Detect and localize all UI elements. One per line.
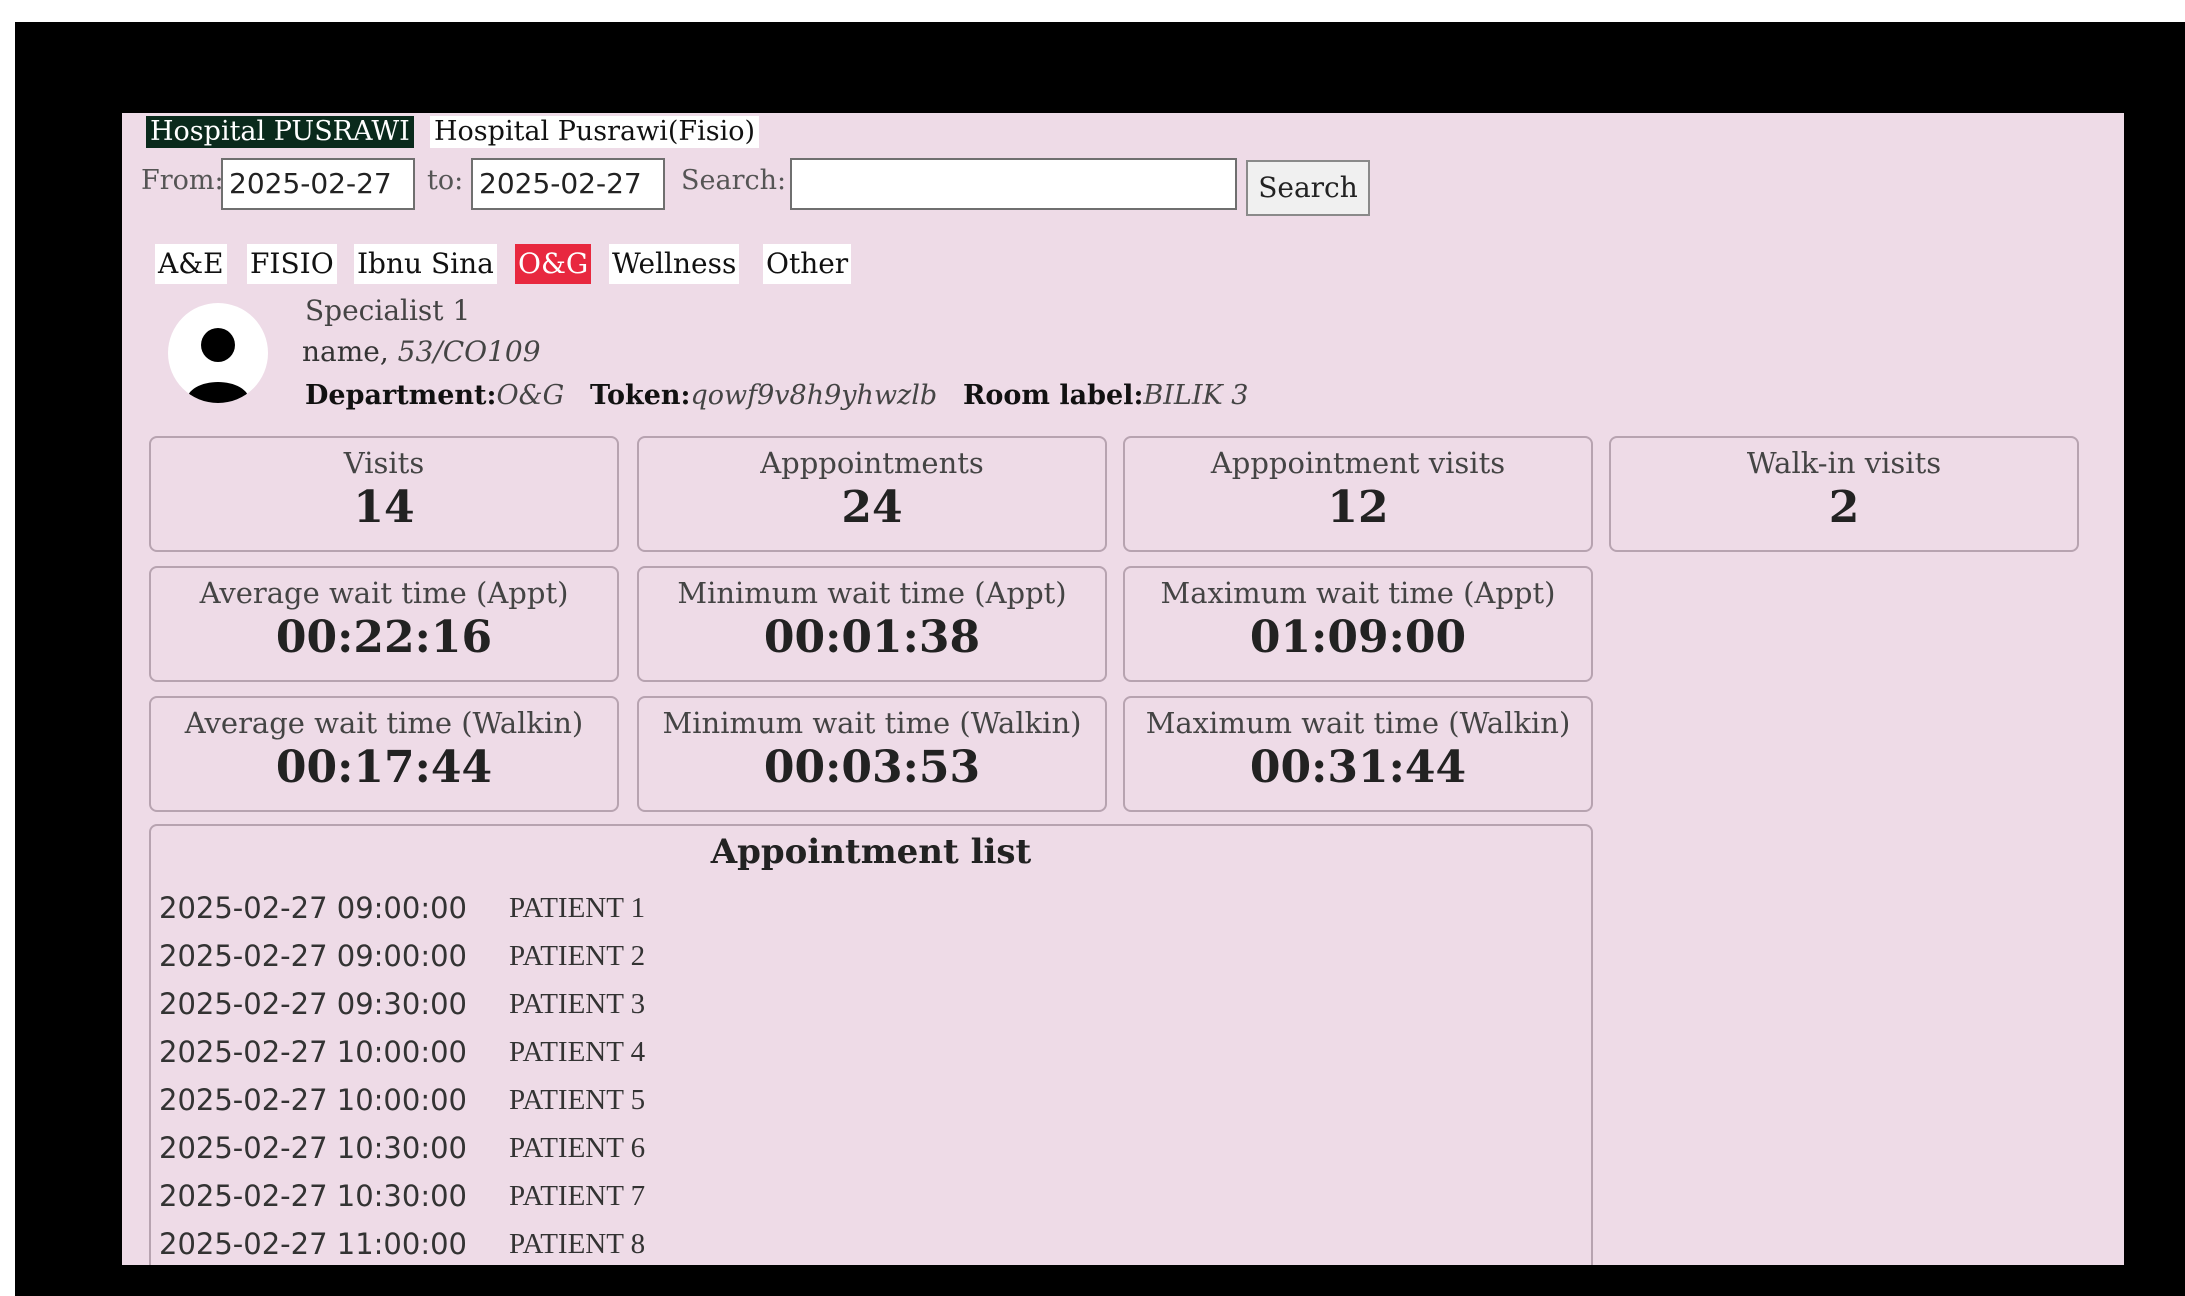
stat-value: 00:31:44 [1249, 742, 1467, 793]
appointment-table: 2025-02-27 09:00:00 PATIENT 1 2025-02-27 … [159, 884, 1069, 1265]
stat-avg-wait-appt: Average wait time (Appt) 00:22:16 [149, 566, 619, 682]
table-row[interactable]: 2025-02-27 09:00:00 PATIENT 1 [159, 884, 1069, 932]
stat-label: Average wait time (Appt) [199, 576, 569, 610]
stat-min-wait-walkin: Minimum wait time (Walkin) 00:03:53 [637, 696, 1107, 812]
table-row[interactable]: 2025-02-27 10:30:00 PATIENT 7 [159, 1172, 1069, 1220]
stat-label: Maximum wait time (Walkin) [1145, 706, 1571, 740]
appointment-list-title: Appointment list [710, 832, 1032, 872]
appointment-time: 2025-02-27 09:00:00 [159, 891, 467, 925]
stat-value: 12 [1327, 482, 1389, 533]
tab-department-ae[interactable]: A&E [155, 244, 227, 284]
dashboard: Hospital PUSRAWI Hospital Pusrawi(Fisio)… [122, 113, 2124, 1265]
table-row[interactable]: 2025-02-27 10:00:00 PATIENT 5 [159, 1076, 1069, 1124]
to-label: to: [427, 165, 464, 196]
table-row[interactable]: 2025-02-27 09:00:00 PATIENT 2 [159, 932, 1069, 980]
patient-name: PATIENT 5 [509, 1083, 646, 1116]
room-value: BILIK 3 [1143, 380, 1249, 411]
table-row[interactable]: 2025-02-27 10:00:00 PATIENT 4 [159, 1028, 1069, 1076]
patient-name: PATIENT 1 [509, 891, 646, 924]
doctor-code: 53/CO109 [397, 335, 541, 368]
from-date-input[interactable]: 2025-02-27 [221, 158, 415, 210]
tab-department-fisio[interactable]: FISIO [247, 244, 337, 284]
stat-avg-wait-walkin: Average wait time (Walkin) 00:17:44 [149, 696, 619, 812]
stat-value: 00:22:16 [275, 612, 493, 663]
department-value: O&G [496, 380, 565, 411]
token-label: Token: [589, 380, 691, 411]
room-label: Room label: [962, 380, 1144, 411]
search-button[interactable]: Search [1246, 160, 1370, 216]
patient-name: PATIENT 2 [509, 939, 646, 972]
stat-value: 2 [1828, 482, 1860, 533]
stat-value: 01:09:00 [1249, 612, 1467, 663]
stat-label: Visits [343, 446, 425, 480]
stat-appointments: Apppointments 24 [637, 436, 1107, 552]
doctor-name-line: name, 53/CO109 [302, 335, 541, 368]
stat-label: Minimum wait time (Walkin) [662, 706, 1082, 740]
stat-value: 00:01:38 [763, 612, 981, 663]
table-row[interactable]: 2025-02-27 10:30:00 PATIENT 6 [159, 1124, 1069, 1172]
user-icon [168, 303, 268, 403]
doctor-title: Specialist 1 [305, 294, 471, 327]
stat-value: 00:03:53 [763, 742, 981, 793]
stat-label: Apppointment visits [1210, 446, 1506, 480]
search-input[interactable] [790, 158, 1237, 210]
patient-name: PATIENT 7 [509, 1179, 646, 1212]
stat-walkin-visits: Walk-in visits 2 [1609, 436, 2079, 552]
stat-value: 00:17:44 [275, 742, 493, 793]
stat-value: 14 [353, 482, 415, 533]
department-label: Department: [305, 380, 497, 411]
stat-max-wait-appt: Maximum wait time (Appt) 01:09:00 [1123, 566, 1593, 682]
patient-name: PATIENT 4 [509, 1035, 646, 1068]
from-label: From: [141, 165, 224, 196]
stat-label: Maximum wait time (Appt) [1160, 576, 1556, 610]
tab-department-og[interactable]: O&G [515, 244, 592, 284]
tab-department-other[interactable]: Other [763, 244, 852, 284]
patient-name: PATIENT 3 [509, 987, 646, 1020]
tab-hospital-pusrawi[interactable]: Hospital PUSRAWI [146, 116, 414, 148]
appointment-time: 2025-02-27 10:30:00 [159, 1131, 467, 1165]
appointment-time: 2025-02-27 09:00:00 [159, 939, 467, 973]
stat-label: Walk-in visits [1746, 446, 1942, 480]
stat-label: Average wait time (Walkin) [184, 706, 584, 740]
appointment-time: 2025-02-27 09:30:00 [159, 987, 467, 1021]
patient-name: PATIENT 8 [509, 1227, 646, 1260]
tab-hospital-pusrawi-fisio[interactable]: Hospital Pusrawi(Fisio) [430, 116, 760, 148]
screen-frame: Hospital PUSRAWI Hospital Pusrawi(Fisio)… [15, 22, 2185, 1296]
doctor-details: Department:O&G Token:qowf9v8h9yhwzlb Roo… [305, 380, 1248, 411]
search-label: Search: [681, 165, 787, 196]
stat-value: 24 [841, 482, 903, 533]
to-date-input[interactable]: 2025-02-27 [471, 158, 665, 210]
tab-department-wellness[interactable]: Wellness [609, 244, 740, 284]
table-row[interactable]: 2025-02-27 11:00:00 PATIENT 8 [159, 1220, 1069, 1265]
tab-department-ibnu-sina[interactable]: Ibnu Sina [354, 244, 497, 284]
appointment-time: 2025-02-27 10:00:00 [159, 1083, 467, 1117]
stat-visits: Visits 14 [149, 436, 619, 552]
stat-label: Apppointments [760, 446, 984, 480]
appointment-list-panel: Appointment list 2025-02-27 09:00:00 PATI… [149, 824, 1593, 1265]
stat-max-wait-walkin: Maximum wait time (Walkin) 00:31:44 [1123, 696, 1593, 812]
table-row[interactable]: 2025-02-27 09:30:00 PATIENT 3 [159, 980, 1069, 1028]
appointment-time: 2025-02-27 10:00:00 [159, 1035, 467, 1069]
stat-appointment-visits: Apppointment visits 12 [1123, 436, 1593, 552]
stat-min-wait-appt: Minimum wait time (Appt) 00:01:38 [637, 566, 1107, 682]
appointment-time: 2025-02-27 11:00:00 [159, 1227, 467, 1261]
patient-name: PATIENT 6 [509, 1131, 646, 1164]
doctor-name: name, [302, 335, 389, 368]
token-value: qowf9v8h9yhwzlb [690, 380, 938, 411]
appointment-time: 2025-02-27 10:30:00 [159, 1179, 467, 1213]
stat-label: Minimum wait time (Appt) [677, 576, 1067, 610]
